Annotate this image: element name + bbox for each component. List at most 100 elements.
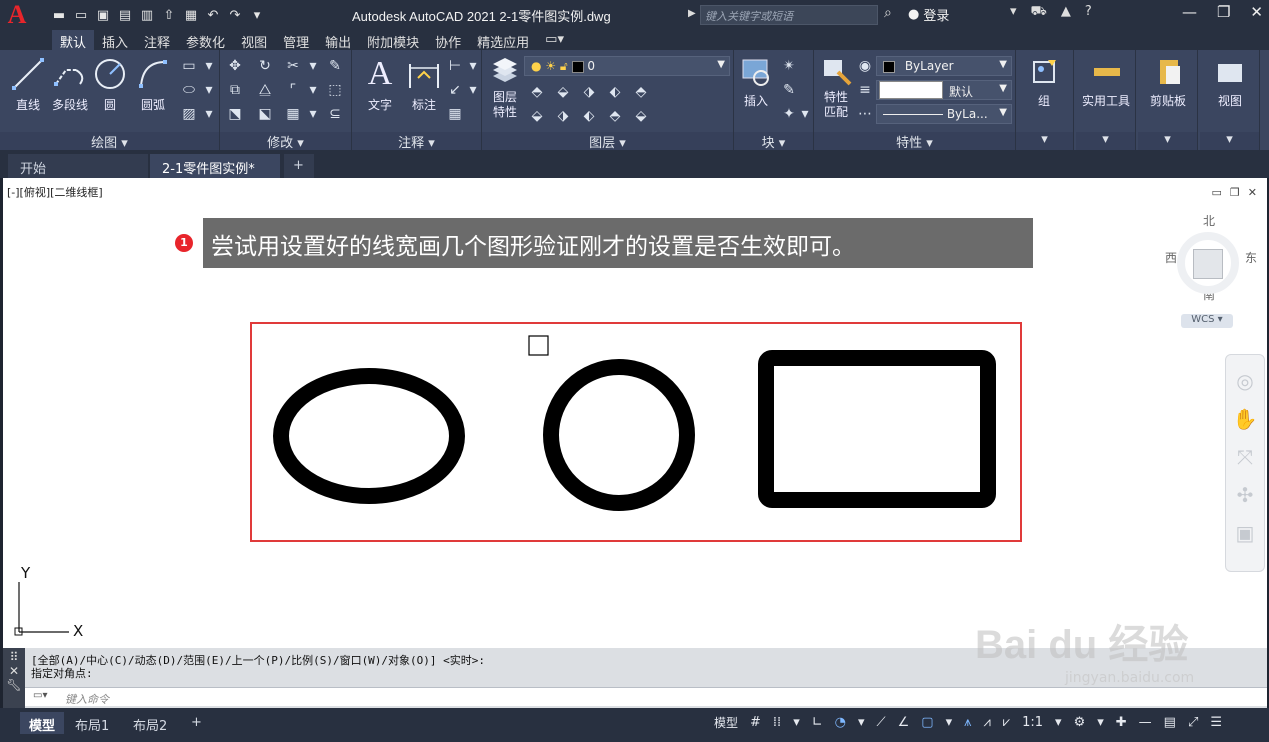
rotate-icon[interactable]: ↻ <box>256 58 274 76</box>
help-icon[interactable]: ? <box>1085 4 1092 21</box>
annotation-scale-icon[interactable]: ⩗ <box>1003 715 1010 730</box>
tab-drawing[interactable]: 2-1零件图实例* ✕ <box>150 154 280 192</box>
leader-dropdown-icon[interactable]: ▾ <box>464 82 482 100</box>
upload-icon[interactable]: ⇧ <box>160 6 178 24</box>
explode-icon[interactable]: ⬚ <box>326 82 344 100</box>
edit-block-icon[interactable]: ✎ <box>780 82 798 100</box>
isodraft-icon[interactable]: ⟋ <box>877 715 886 730</box>
layer-tool-2-icon[interactable]: ⬙ <box>554 84 572 102</box>
linetype-icon[interactable]: ⋯ <box>856 106 874 124</box>
minimize-icon[interactable]: — <box>1182 3 1197 21</box>
view-dropdown-icon[interactable]: ▾ <box>1200 132 1259 150</box>
linetype-dropdown[interactable]: ByLa... ▼ <box>876 104 1012 124</box>
qa-dropdown-icon[interactable]: ▾ <box>248 6 266 24</box>
properties-panel-title[interactable]: 特性 ▾ <box>814 132 1015 151</box>
layer-tool-4-icon[interactable]: ⬖ <box>606 84 624 102</box>
tab-layout1[interactable]: 布局1 <box>66 712 118 734</box>
tab-addins[interactable]: 附加模块 <box>359 30 427 51</box>
units-icon[interactable]: — <box>1139 715 1152 730</box>
linear-dim-icon[interactable]: ⊢ <box>446 58 464 76</box>
group-button[interactable]: 组 <box>1024 56 1064 109</box>
trim-icon[interactable]: ✂ <box>284 58 302 76</box>
ellipse-dropdown-icon[interactable]: ▾ <box>200 82 218 100</box>
array-dropdown-icon[interactable]: ▾ <box>304 106 322 124</box>
print-icon[interactable]: ▦ <box>182 6 200 24</box>
layer-tool-7-icon[interactable]: ⬗ <box>554 108 572 126</box>
search-input[interactable]: 键入关键字或短语 <box>700 5 878 25</box>
tab-insert[interactable]: 插入 <box>94 30 136 51</box>
fillet-icon[interactable]: ⌜ <box>284 82 302 100</box>
quick-properties-icon[interactable]: ▤ <box>1164 715 1176 730</box>
object-snap-tracking-icon[interactable]: ∠ <box>898 715 910 730</box>
create-block-icon[interactable]: ✴ <box>780 58 798 76</box>
offset-icon[interactable]: ⊆ <box>326 106 344 124</box>
scale-icon[interactable]: ⬕ <box>256 106 274 124</box>
ribbon-minimize-icon[interactable]: ▭▾ <box>537 30 572 50</box>
object-snap-dropdown-icon[interactable]: ▾ <box>946 715 953 730</box>
snap-dropdown-icon[interactable]: ▾ <box>793 715 800 730</box>
mirror-icon[interactable]: ⧋ <box>256 82 274 100</box>
lineweight-dropdown[interactable]: 默认 ▼ <box>876 80 1012 100</box>
snap-icon[interactable]: ⁞⁞ <box>773 715 781 730</box>
undo-icon[interactable]: ↶ <box>204 6 222 24</box>
annotation-scale-value[interactable]: 1:1 <box>1022 715 1043 730</box>
workspace-dropdown-icon[interactable]: ▾ <box>1097 715 1104 730</box>
tab-layout2[interactable]: 布局2 <box>124 712 176 734</box>
a360-icon[interactable]: ▲ <box>1061 4 1071 21</box>
fillet-dropdown-icon[interactable]: ▾ <box>304 82 322 100</box>
command-prompt-icon[interactable]: ▭▾ <box>33 690 55 702</box>
polar-icon[interactable]: ◔ <box>835 715 846 730</box>
tab-parametric[interactable]: 参数化 <box>178 30 233 51</box>
grip-dots-icon[interactable]: ⠿ <box>3 650 25 664</box>
polar-dropdown-icon[interactable]: ▾ <box>858 715 865 730</box>
array-icon[interactable]: ▦ <box>284 106 302 124</box>
tab-view[interactable]: 视图 <box>233 30 275 51</box>
ellipse-icon[interactable]: ⬭ <box>180 82 198 100</box>
save-icon[interactable]: ▣ <box>94 6 112 24</box>
scale-dropdown-icon[interactable]: ▾ <box>1055 715 1062 730</box>
login-button[interactable]: ● 登录 <box>908 5 949 24</box>
table-icon[interactable]: ▦ <box>446 106 464 124</box>
tab-output[interactable]: 输出 <box>317 30 359 51</box>
cart-icon[interactable]: ⛟ <box>1031 4 1047 21</box>
utilities-button[interactable]: 实用工具 <box>1076 56 1136 109</box>
drawing-canvas[interactable]: [-][俯视][二维线框] ▭ ❐ ✕ 1 尝试用设置好的线宽画几个图形验证刚才… <box>3 178 1267 648</box>
insert-block-button[interactable]: 插入 <box>736 56 776 109</box>
web-mobile-icon[interactable]: ▥ <box>138 6 156 24</box>
stretch-icon[interactable]: ⬔ <box>226 106 244 124</box>
block-attribute-dropdown-icon[interactable]: ▾ <box>796 106 814 124</box>
close-icon[interactable]: ✕ <box>1250 3 1263 21</box>
search-icon[interactable]: ⌕ <box>884 5 902 23</box>
text-button[interactable]: A 文字 <box>360 56 400 113</box>
color-dropdown[interactable]: ByLayer ▼ <box>876 56 1012 76</box>
hatch-dropdown-icon[interactable]: ▾ <box>200 106 218 124</box>
workspace-gear-icon[interactable]: ⚙ <box>1074 715 1086 730</box>
object-snap-icon[interactable]: ▢ <box>921 715 933 730</box>
circle-button[interactable]: 圆 <box>92 56 128 113</box>
login-dropdown-icon[interactable]: ▾ <box>1010 4 1017 21</box>
annotation-monitor-icon[interactable]: ✚ <box>1116 715 1127 730</box>
tab-start[interactable]: 开始 <box>8 154 148 178</box>
tab-annotate[interactable]: 注释 <box>136 30 178 51</box>
annotation-visibility-icon[interactable]: ⩚ <box>964 715 971 730</box>
dimension-button[interactable]: 标注 <box>404 56 444 113</box>
layer-properties-button[interactable]: 图层 特性 <box>486 56 524 120</box>
layer-tool-3-icon[interactable]: ⬗ <box>580 84 598 102</box>
trim-dropdown-icon[interactable]: ▾ <box>304 58 322 76</box>
clipboard-button[interactable]: 剪贴板 <box>1138 56 1198 109</box>
tab-featured-apps[interactable]: 精选应用 <box>469 30 537 51</box>
modify-panel-title[interactable]: 修改 ▾ <box>220 132 351 151</box>
layer-tool-9-icon[interactable]: ⬘ <box>606 108 624 126</box>
erase-icon[interactable]: ✎ <box>326 58 344 76</box>
layer-dropdown[interactable]: ● ☀ 🔓︎ 0 ▼ <box>524 56 730 76</box>
auto-scale-icon[interactable]: ⩘ <box>983 715 990 730</box>
command-close-icon[interactable]: ✕ <box>3 664 25 678</box>
rectangle-icon[interactable]: ▭ <box>180 58 198 76</box>
line-button[interactable]: 直线 <box>8 56 48 113</box>
command-input[interactable]: 键入命令 <box>25 687 1267 706</box>
arc-button[interactable]: 圆弧 <box>132 56 174 113</box>
layer-tool-5-icon[interactable]: ⬘ <box>632 84 650 102</box>
layers-panel-title[interactable]: 图层 ▾ <box>482 132 733 151</box>
utilities-dropdown-icon[interactable]: ▾ <box>1076 132 1135 150</box>
view-button[interactable]: 视图 <box>1200 56 1260 109</box>
